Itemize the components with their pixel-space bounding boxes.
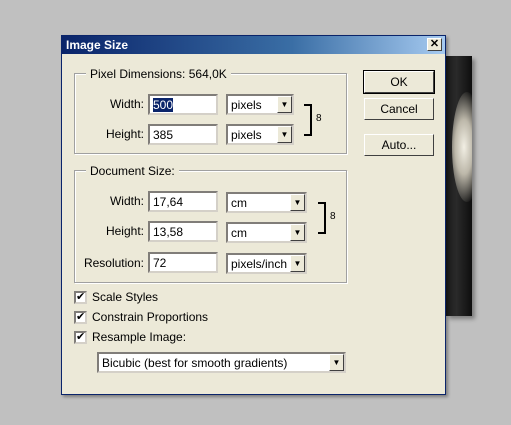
pixel-dimensions-size: 564,0K bbox=[188, 67, 227, 81]
chevron-down-icon: ▼ bbox=[277, 126, 292, 143]
close-icon: ✕ bbox=[429, 38, 440, 50]
pixel-width-input[interactable]: 500 bbox=[148, 94, 218, 115]
resample-image-label[interactable]: Resample Image: bbox=[92, 330, 186, 344]
pixel-width-label: Width: bbox=[109, 97, 144, 111]
document-height-input[interactable]: 13,58 bbox=[148, 221, 218, 242]
pixel-dimensions-legend: Pixel Dimensions: 564,0K bbox=[86, 67, 231, 81]
document-width-unit-select[interactable]: cm ▼ bbox=[226, 192, 307, 213]
document-height-label: Height: bbox=[105, 224, 144, 238]
pixel-height-input[interactable]: 385 bbox=[148, 124, 218, 145]
chevron-down-icon: ▼ bbox=[329, 354, 344, 371]
chevron-down-icon: ▼ bbox=[290, 255, 305, 272]
cancel-button[interactable]: Cancel bbox=[364, 98, 434, 120]
resolution-label: Resolution: bbox=[83, 256, 144, 270]
document-height-unit-select[interactable]: cm ▼ bbox=[226, 222, 307, 243]
ok-button[interactable]: OK bbox=[363, 70, 435, 94]
resample-method-select[interactable]: Bicubic (best for smooth gradients) ▼ bbox=[97, 352, 346, 373]
chevron-down-icon: ▼ bbox=[277, 96, 292, 113]
document-size-legend: Document Size: bbox=[86, 164, 179, 178]
pixel-width-unit-select[interactable]: pixels ▼ bbox=[226, 94, 294, 115]
image-size-dialog: Image Size ✕ Pixel Dimensions: 564,0K Wi… bbox=[61, 35, 446, 395]
photo-highlight bbox=[452, 92, 472, 202]
scale-styles-label[interactable]: Scale Styles bbox=[92, 290, 158, 304]
scale-styles-checkbox[interactable]: ✔ bbox=[74, 291, 87, 304]
check-icon: ✔ bbox=[76, 291, 86, 303]
constrain-proportions-label[interactable]: Constrain Proportions bbox=[92, 310, 208, 324]
document-width-label: Width: bbox=[109, 194, 144, 208]
dialog-title: Image Size bbox=[66, 38, 129, 52]
background-photo bbox=[446, 56, 472, 316]
check-icon: ✔ bbox=[76, 331, 86, 343]
constrain-proportions-checkbox[interactable]: ✔ bbox=[74, 311, 87, 324]
close-button[interactable]: ✕ bbox=[427, 38, 442, 51]
title-bar[interactable]: Image Size ✕ bbox=[62, 36, 445, 54]
resolution-input[interactable]: 72 bbox=[148, 252, 218, 273]
chevron-down-icon: ▼ bbox=[290, 194, 305, 211]
resolution-unit-select[interactable]: pixels/inch ▼ bbox=[226, 253, 307, 274]
document-constrain-bracket bbox=[318, 202, 326, 234]
chain-link-icon: 8 bbox=[330, 211, 336, 222]
check-icon: ✔ bbox=[76, 311, 86, 323]
chevron-down-icon: ▼ bbox=[290, 224, 305, 241]
document-width-input[interactable]: 17,64 bbox=[148, 191, 218, 212]
pixel-height-label: Height: bbox=[105, 127, 144, 141]
pixel-constrain-bracket bbox=[304, 104, 312, 136]
chain-link-icon: 8 bbox=[316, 113, 322, 124]
auto-button[interactable]: Auto... bbox=[364, 134, 434, 156]
pixel-height-unit-select[interactable]: pixels ▼ bbox=[226, 124, 294, 145]
resample-image-checkbox[interactable]: ✔ bbox=[74, 331, 87, 344]
